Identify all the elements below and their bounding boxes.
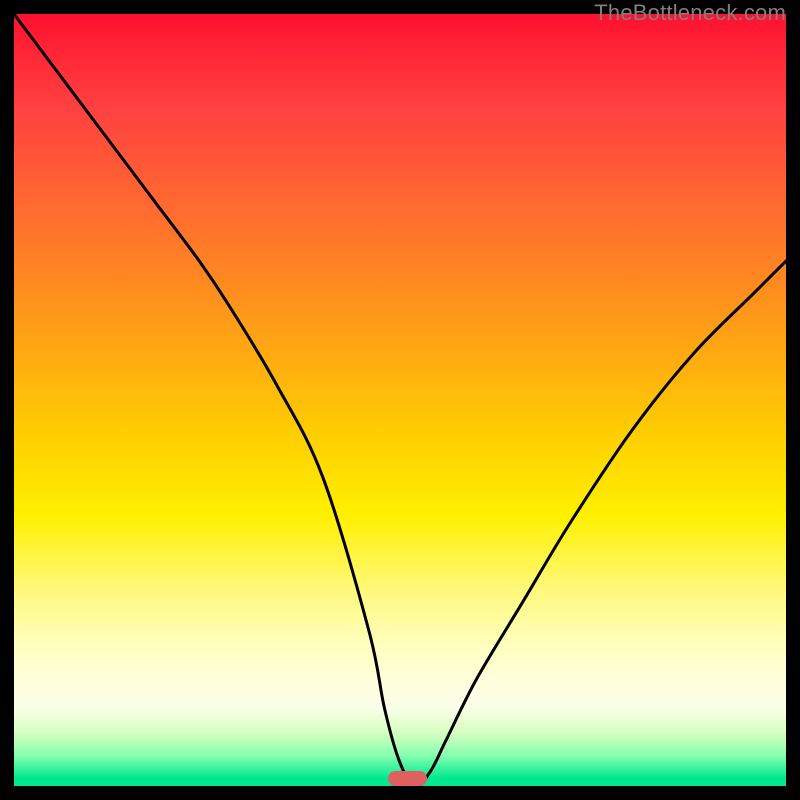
- watermark-text: TheBottleneck.com: [594, 0, 786, 26]
- plot-area: [14, 14, 786, 786]
- bottleneck-curve: [14, 14, 786, 786]
- optimal-marker: [388, 771, 427, 786]
- chart-frame: TheBottleneck.com: [0, 0, 800, 800]
